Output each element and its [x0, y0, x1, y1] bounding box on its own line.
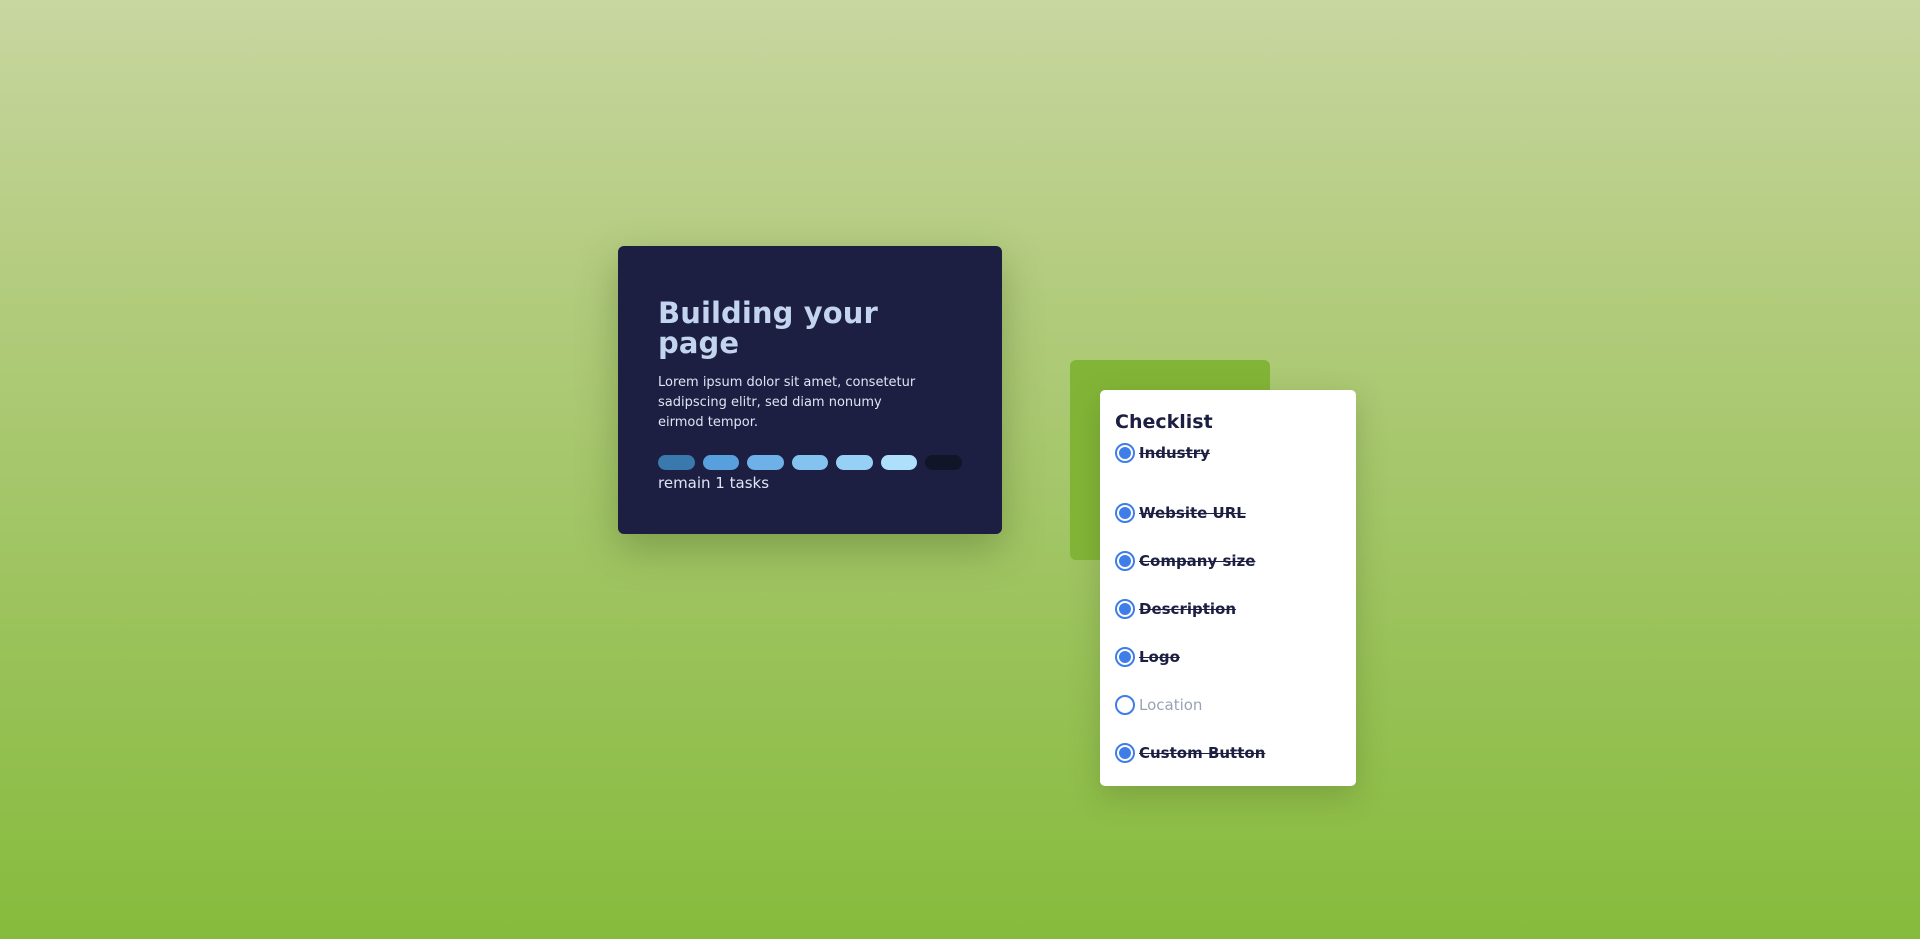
checklist-items: Industry Website URL Company size Descri… [1115, 441, 1356, 777]
checklist-card: Checklist Industry Website URL Company s… [1100, 390, 1356, 786]
checklist-item-website-url[interactable]: Website URL [1115, 489, 1356, 537]
checklist-item-location[interactable]: Location [1115, 681, 1356, 729]
checkbox[interactable] [1115, 503, 1135, 523]
progress-segment [836, 455, 873, 470]
checklist-item-label: Website URL [1139, 504, 1246, 522]
progress-segment [925, 455, 963, 470]
progress-title: Building your page [658, 296, 878, 360]
checklist-item-custom-button[interactable]: Custom Button [1115, 729, 1356, 777]
checkbox[interactable] [1115, 695, 1135, 715]
checklist-item-label: Location [1139, 696, 1203, 714]
checkbox[interactable] [1115, 743, 1135, 763]
progress-segments [658, 455, 963, 470]
progress-segment [880, 455, 918, 470]
checklist-item-label: Logo [1139, 648, 1180, 666]
progress-description: Lorem ipsum dolor sit amet, consetetur s… [658, 375, 916, 430]
checklist-item-label: Company size [1139, 552, 1256, 570]
checklist-item-label: Description [1139, 600, 1237, 618]
checkbox[interactable] [1115, 599, 1135, 619]
progress-card: Building your page Lorem ipsum dolor sit… [618, 246, 1002, 534]
checklist-item-description[interactable]: Description [1115, 585, 1356, 633]
progress-segment [791, 455, 829, 470]
checklist-title: Checklist [1115, 411, 1213, 433]
progress-segment [658, 455, 695, 470]
progress-segment [702, 455, 740, 470]
checklist-item-company-size[interactable]: Company size [1115, 537, 1356, 585]
checklist-item-industry[interactable]: Industry [1115, 441, 1356, 465]
checkbox[interactable] [1115, 551, 1135, 571]
progress-segment [747, 455, 784, 470]
checklist-item-label: Custom Button [1139, 744, 1266, 762]
checklist-item-label: Industry [1139, 444, 1210, 462]
checkbox[interactable] [1115, 443, 1135, 463]
checklist-item-logo[interactable]: Logo [1115, 633, 1356, 681]
checkbox[interactable] [1115, 647, 1135, 667]
remaining-tasks-text: remain 1 tasks [658, 474, 770, 492]
